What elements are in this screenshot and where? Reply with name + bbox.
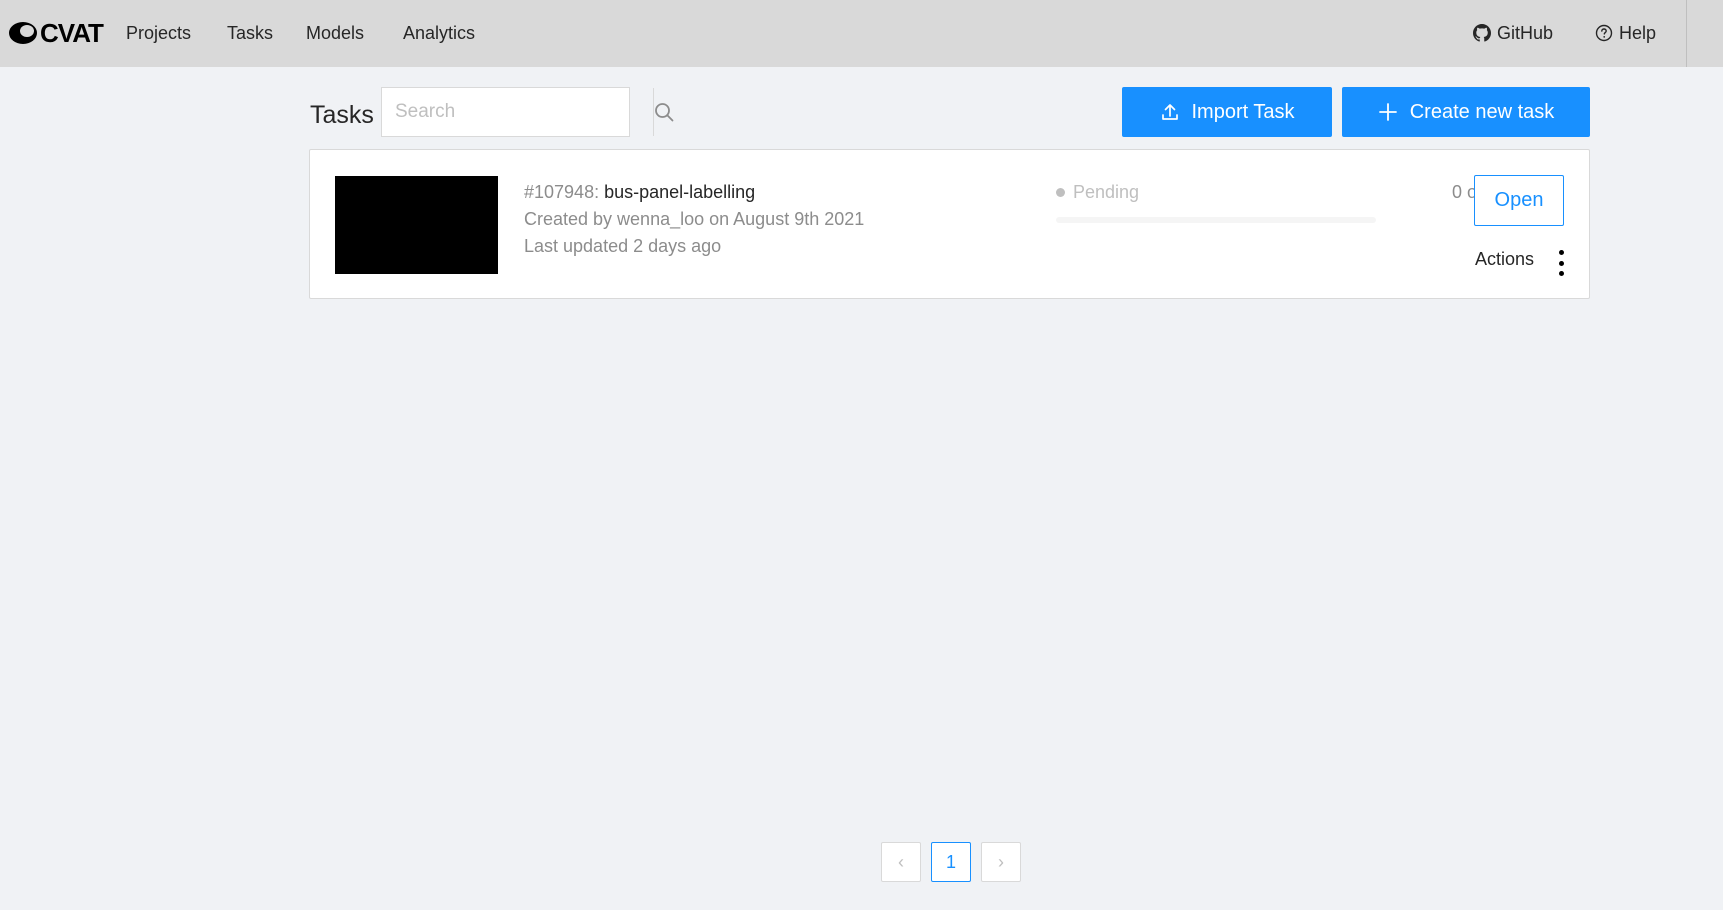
search-box	[381, 87, 674, 137]
pagination-next-button[interactable]: ›	[981, 842, 1021, 882]
nav-analytics[interactable]: Analytics	[403, 22, 475, 44]
help-label: Help	[1619, 23, 1657, 43]
create-task-button[interactable]: Create new task	[1342, 87, 1590, 137]
task-created: Created by wenna_loo on August 9th 2021	[524, 209, 865, 229]
task-status: Pending	[1056, 181, 1139, 203]
top-bar: CVAT Projects Tasks Models Analytics Git…	[0, 0, 1723, 67]
progress-bar	[1056, 217, 1376, 223]
help-link[interactable]: Help	[1595, 22, 1656, 44]
eye-logo-icon	[9, 22, 37, 44]
search-button[interactable]	[653, 88, 674, 136]
status-dot	[1056, 187, 1065, 197]
import-task-button[interactable]: Import Task	[1122, 87, 1332, 137]
open-task-button[interactable]: Open	[1474, 175, 1564, 226]
cvat-logo[interactable]: CVAT	[8, 17, 104, 48]
task-card: #107948: bus-panel-labelling Created by …	[309, 149, 1590, 299]
github-link[interactable]: GitHub	[1473, 22, 1553, 44]
github-icon	[1473, 24, 1491, 42]
topbar-divider	[1686, 0, 1687, 67]
plus-icon	[1378, 103, 1397, 121]
create-task-label: Create new task	[1409, 100, 1555, 123]
pagination-page-1[interactable]: 1	[931, 842, 971, 882]
nav-projects[interactable]: Projects	[126, 22, 191, 44]
task-updated: Last updated 2 days ago	[524, 236, 722, 256]
status-label: Pending	[1073, 182, 1140, 202]
task-name: bus-panel-labelling	[604, 182, 756, 202]
search-input[interactable]	[382, 88, 653, 136]
page-title: Tasks	[310, 101, 374, 129]
task-title: #107948: bus-panel-labelling	[524, 181, 755, 203]
nav-models[interactable]: Models	[306, 22, 364, 44]
task-id: #107948:	[524, 182, 600, 202]
upload-icon	[1161, 104, 1178, 120]
search-icon	[655, 103, 674, 122]
question-circle-icon	[1595, 24, 1613, 42]
nav-tasks[interactable]: Tasks	[227, 22, 273, 44]
more-vertical-icon[interactable]	[1556, 250, 1566, 276]
pagination-prev-button[interactable]: ‹	[881, 842, 921, 882]
task-preview-image[interactable]	[335, 176, 498, 274]
actions-label[interactable]: Actions	[1475, 248, 1534, 270]
github-label: GitHub	[1497, 23, 1554, 43]
import-task-label: Import Task	[1191, 100, 1295, 123]
logo-text: CVAT	[40, 17, 104, 48]
